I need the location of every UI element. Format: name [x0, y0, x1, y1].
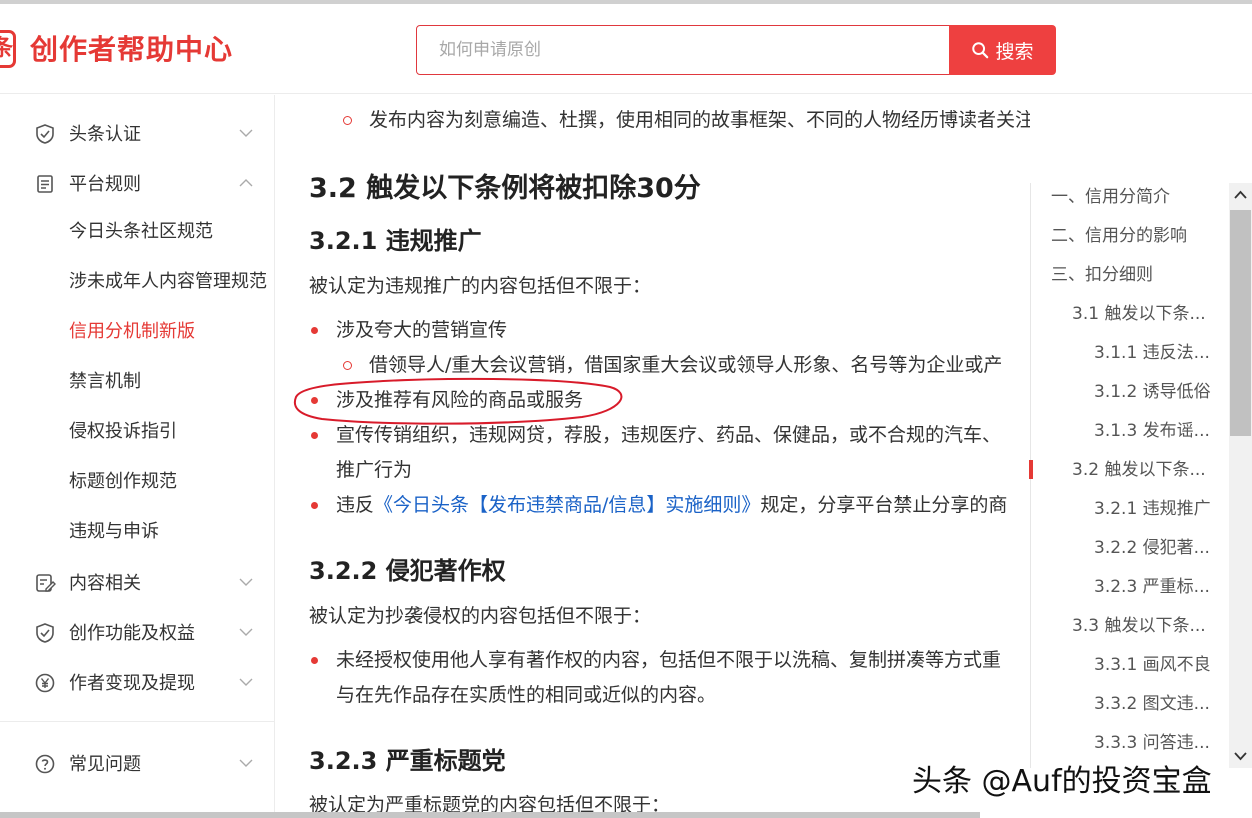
bullet	[311, 432, 318, 439]
sidebar-group-monetization[interactable]: 作者变现及提现	[0, 662, 274, 702]
search-input[interactable]	[439, 26, 939, 74]
bullet	[311, 502, 318, 509]
document-icon	[37, 175, 53, 193]
watermark-text: 头条 @Auf的投资宝盒	[912, 764, 1212, 799]
subsection-heading: 3.2.3 严重标题党	[309, 747, 506, 775]
list-item: 未经授权使用他人享有著作权的内容，包括但不限于以洗稿、复制拼凑等方式重	[336, 649, 1002, 671]
sidebar-item-violation-appeal[interactable]: 违规与申诉	[69, 517, 159, 547]
article-text: 被认定为抄袭侵权的内容包括但不限于：	[309, 605, 652, 627]
toc-item[interactable]: 3.3.2 图文违...	[1094, 691, 1210, 717]
search-button-label: 搜索	[995, 40, 1034, 63]
list-item: 借领导人/重大会议营销，借国家重大会议或领导人形象、名号等为企业或产	[369, 354, 1003, 376]
sidebar-group-content[interactable]: 内容相关	[0, 562, 274, 602]
edit-document-icon	[36, 574, 56, 592]
article-text: 发布内容为刻意编造、杜撰，使用相同的故事框架、不同的人物经历博读者关注等	[369, 109, 1030, 131]
toc-item[interactable]: 三、扣分细则	[1051, 262, 1153, 288]
sidebar-item-infringement-guide[interactable]: 侵权投诉指引	[69, 417, 177, 447]
sidebar-group-label: 内容相关	[69, 573, 141, 594]
sidebar-group-label: 作者变现及提现	[69, 673, 195, 694]
rules-link[interactable]: 《今日头条【发布违禁商品/信息】实施细则》	[374, 494, 760, 516]
list-item: 涉及夸大的营销宣传	[336, 319, 508, 341]
list-item: 宣传传销组织，违规网贷，荐股，违规医疗、药品、保健品，或不合规的汽车、	[336, 424, 1002, 446]
sidebar-group-creator-features[interactable]: 创作功能及权益	[0, 612, 274, 652]
toc-item[interactable]: 3.2.2 侵犯著...	[1094, 535, 1210, 561]
section-heading: 3.2 触发以下条例将被扣除30分	[309, 173, 701, 204]
table-of-contents: 一、信用分简介 二、信用分的影响 三、扣分细则 3.1 触发以下条... 3.1…	[1029, 183, 1252, 768]
sidebar-item-credit-score[interactable]: 信用分机制新版	[69, 317, 195, 347]
search-button[interactable]: 搜索	[949, 25, 1056, 75]
sub-bullet	[343, 361, 352, 370]
shield-check-icon	[36, 124, 54, 144]
bullet	[311, 327, 318, 334]
sidebar-item-minor-content-rules[interactable]: 涉未成年人内容管理规范	[69, 267, 267, 297]
toc-item[interactable]: 3.3.1 画风不良	[1094, 652, 1211, 678]
list-item-text: 规定，分享平台禁止分享的商	[760, 494, 1008, 516]
toc-item-active[interactable]: 3.2 触发以下条...	[1072, 457, 1206, 483]
chevron-down-icon	[239, 759, 253, 767]
sub-bullet	[343, 116, 352, 125]
horizontal-scrollbar[interactable]	[0, 812, 980, 818]
subsection-heading: 3.2.2 侵犯著作权	[309, 557, 506, 585]
sidebar-group-platform-rules[interactable]: 平台规则	[0, 163, 274, 203]
sidebar-group-label: 常见问题	[69, 754, 141, 775]
list-item-continuation: 与在先作品存在实质性的相同或近似的内容。	[336, 684, 717, 706]
toc-item[interactable]: 3.2.1 违规推广	[1094, 496, 1211, 522]
list-item: 涉及推荐有风险的商品或服务	[336, 389, 584, 411]
toc-item[interactable]: 3.2.3 严重标...	[1094, 574, 1210, 600]
logo-icon[interactable]: 条	[0, 30, 16, 68]
list-item-continuation: 推广行为	[336, 459, 413, 481]
bullet	[311, 397, 318, 404]
article-content: 发布内容为刻意编造、杜撰，使用相同的故事框架、不同的人物经历博读者关注等 3.2…	[276, 95, 1030, 818]
toc-item[interactable]: 3.1.3 发布谣...	[1094, 418, 1210, 444]
question-circle-icon	[35, 754, 55, 774]
toc-item[interactable]: 一、信用分简介	[1051, 184, 1170, 210]
search-box	[416, 25, 951, 75]
toc-item[interactable]: 3.3.3 问答违...	[1094, 730, 1210, 756]
chevron-up-icon	[239, 179, 253, 187]
search-icon	[972, 42, 989, 59]
sidebar-item-mute-mechanism[interactable]: 禁言机制	[69, 367, 141, 397]
bullet	[311, 657, 318, 664]
sidebar-divider	[0, 721, 274, 722]
toc-item[interactable]: 3.3 触发以下条...	[1072, 613, 1206, 639]
toc-item[interactable]: 3.1 触发以下条...	[1072, 301, 1206, 327]
site-header: 条 创作者帮助中心 搜索	[0, 4, 1252, 94]
toc-scrollbar-thumb[interactable]	[1230, 210, 1251, 436]
sidebar-group-toutiao-certification[interactable]: 头条认证	[0, 113, 274, 153]
sidebar-group-label: 平台规则	[69, 174, 141, 195]
chevron-down-icon	[239, 129, 253, 137]
sidebar-group-faq[interactable]: 常见问题	[0, 743, 274, 783]
chevron-down-icon	[239, 578, 253, 586]
list-item: 违反《今日头条【发布违禁商品/信息】实施细则》规定，分享平台禁止分享的商	[336, 490, 1007, 520]
toc-item[interactable]: 3.1.2 诱导低俗	[1094, 379, 1211, 405]
toc-active-marker	[1029, 460, 1033, 479]
shield-check-icon	[36, 623, 54, 643]
sidebar-item-title-norms[interactable]: 标题创作规范	[69, 467, 177, 497]
subsection-heading: 3.2.1 违规推广	[309, 227, 482, 255]
yuan-circle-icon	[35, 673, 55, 693]
chevron-down-icon	[239, 628, 253, 636]
sidebar-nav: 头条认证 平台规则 今日头条社区规范 涉未成年人内容管理规范 信用分机制新版 禁…	[0, 95, 275, 818]
toc-item[interactable]: 3.1.1 违反法...	[1094, 340, 1210, 366]
toc-item[interactable]: 二、信用分的影响	[1051, 223, 1187, 249]
list-item-text: 违反	[336, 494, 375, 516]
chevron-down-icon	[239, 678, 253, 686]
article-text: 被认定为违规推广的内容包括但不限于：	[309, 275, 652, 297]
scroll-down-arrow-icon[interactable]	[1233, 748, 1248, 763]
site-title[interactable]: 创作者帮助中心	[30, 30, 233, 70]
sidebar-group-label: 头条认证	[69, 124, 141, 145]
sidebar-item-community-norms[interactable]: 今日头条社区规范	[69, 217, 213, 247]
scroll-up-arrow-icon[interactable]	[1233, 188, 1248, 203]
sidebar-group-label: 创作功能及权益	[69, 623, 195, 644]
